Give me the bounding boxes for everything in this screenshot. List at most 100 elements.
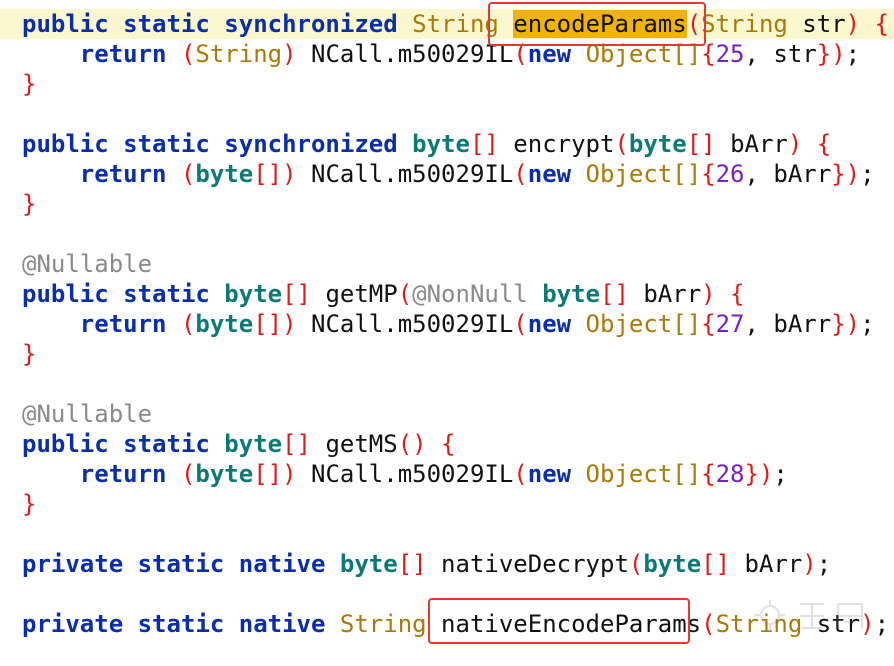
code-token: [] xyxy=(282,430,326,458)
code-token: 25 xyxy=(715,40,745,68)
code-token: String xyxy=(412,10,514,38)
code-token: private static native xyxy=(22,550,340,578)
code-token: @Nullable xyxy=(22,250,153,278)
code-token: NCall.m50029IL xyxy=(311,310,514,338)
code-token: str xyxy=(802,10,846,38)
code-line: private static native byte [] nativeDecry… xyxy=(0,549,894,579)
code-token: getMS xyxy=(325,430,398,458)
code-token: ( xyxy=(686,10,702,38)
code-token: ( xyxy=(180,460,196,488)
code-token: ( xyxy=(513,460,528,488)
code-token: }) xyxy=(816,40,846,68)
code-token: ; xyxy=(860,160,875,188)
code-token: return xyxy=(22,460,181,488)
code-token: encodeParams xyxy=(513,10,687,38)
code-line: public static synchronized byte[] encryp… xyxy=(0,129,894,159)
code-token: new xyxy=(527,460,586,488)
code-token: public static xyxy=(22,430,225,458)
code-token: } xyxy=(22,340,37,368)
code-token: { xyxy=(701,160,716,188)
code-token: getMP xyxy=(325,280,398,308)
code-token: Object[] xyxy=(585,310,702,338)
code-token: Object[] xyxy=(585,460,702,488)
code-token: String xyxy=(195,40,283,68)
code-token: ) { xyxy=(787,130,832,158)
code-token: byte xyxy=(195,460,254,488)
code-line: return (String) NCall.m50029IL(new Objec… xyxy=(0,39,894,69)
code-token: nativeDecrypt xyxy=(441,550,629,578)
code-token: ) xyxy=(282,40,312,68)
code-token: }) xyxy=(831,160,861,188)
code-token: byte xyxy=(195,160,254,188)
code-token: return xyxy=(22,310,181,338)
code-token: bArr xyxy=(643,280,702,308)
code-token: byte xyxy=(412,130,470,158)
code-line: } xyxy=(0,339,894,369)
code-token: byte xyxy=(542,280,600,308)
code-token: NCall.m50029IL xyxy=(311,40,514,68)
code-token: ( xyxy=(397,280,413,308)
code-line: return (byte[]) NCall.m50029IL(new Objec… xyxy=(0,309,894,339)
code-token: @Nullable xyxy=(22,400,153,428)
code-token: ( xyxy=(628,550,644,578)
watermark-icon xyxy=(755,600,863,630)
code-token: ) xyxy=(802,550,817,578)
code-token: ( xyxy=(180,160,196,188)
code-token: 27 xyxy=(715,310,745,338)
code-line: } xyxy=(0,189,894,219)
code-token: ( xyxy=(513,310,528,338)
code-line: @Nullable xyxy=(0,399,894,429)
code-line: return (byte[]) NCall.m50029IL(new Objec… xyxy=(0,159,894,189)
code-token: byte xyxy=(628,130,687,158)
code-token: , bArr xyxy=(744,160,832,188)
code-viewer[interactable]: public static synchronized String encode… xyxy=(0,0,894,666)
code-token: Object[] xyxy=(585,160,702,188)
code-token: [] xyxy=(686,130,731,158)
code-token: byte xyxy=(643,550,702,578)
code-token: bArr xyxy=(730,130,788,158)
code-token: ; xyxy=(860,310,875,338)
code-token: } xyxy=(22,70,37,98)
code-token: byte xyxy=(224,280,283,308)
code-token: }) xyxy=(831,310,861,338)
code-token: encrypt xyxy=(513,130,615,158)
code-token: [] xyxy=(600,280,644,308)
code-token: new xyxy=(527,160,586,188)
code-token: public static synchronized xyxy=(22,130,413,158)
code-line: } xyxy=(0,69,894,99)
code-token: byte xyxy=(224,430,283,458)
code-token: , bArr xyxy=(744,310,832,338)
code-token: ) { xyxy=(845,10,890,38)
code-token: NCall.m50029IL xyxy=(311,460,514,488)
code-token: ( xyxy=(180,40,196,68)
code-line: public static synchronized String encode… xyxy=(0,9,894,39)
code-token: ( xyxy=(513,40,528,68)
code-line: return (byte[]) NCall.m50029IL(new Objec… xyxy=(0,459,894,489)
code-token: public static xyxy=(22,280,225,308)
code-token: [] xyxy=(469,130,514,158)
code-token: []) xyxy=(253,310,311,338)
code-token: byte xyxy=(195,310,254,338)
code-token: [] xyxy=(397,550,442,578)
code-token: new xyxy=(527,310,586,338)
code-line: public static byte[] getMP(@NonNull byte… xyxy=(0,279,894,309)
code-token: ; xyxy=(816,550,832,578)
code-token: ) { xyxy=(701,280,745,308)
code-token: { xyxy=(701,460,716,488)
code-token: private static native xyxy=(22,610,340,638)
code-token: { xyxy=(701,310,716,338)
code-line: } xyxy=(0,489,894,519)
code-token: , str xyxy=(744,40,817,68)
code-token: return xyxy=(22,160,181,188)
code-token: { xyxy=(701,40,716,68)
code-token: []) xyxy=(253,460,311,488)
code-token: public static synchronized xyxy=(22,10,413,38)
code-token: () { xyxy=(397,430,456,458)
code-token: []) xyxy=(253,160,311,188)
code-token: String xyxy=(339,610,442,638)
code-token: ( xyxy=(701,610,716,638)
code-token: Object[] xyxy=(585,40,702,68)
code-token: NCall.m50029IL xyxy=(311,160,514,188)
